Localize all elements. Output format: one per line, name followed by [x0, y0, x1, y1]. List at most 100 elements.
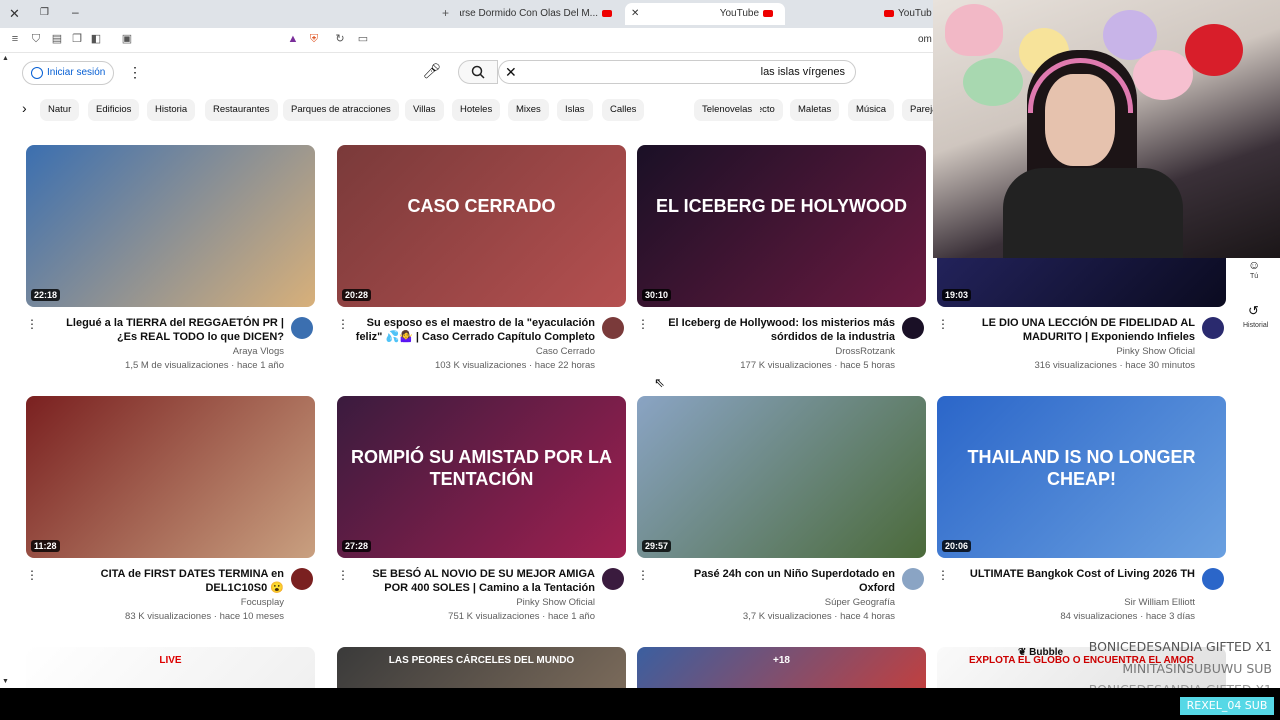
video-card[interactable]: EL ICEBERG DE HOLYWOOD 30:10 ⋮ El Iceberg d… — [637, 145, 926, 377]
video-card[interactable]: THAILAND IS NO LONGER CHEAP! 20:06 ⋮ ULTIMA… — [937, 396, 1226, 628]
scroll-up-arrow[interactable]: ▲ — [2, 55, 9, 62]
video-thumbnail[interactable]: THAILAND IS NO LONGER CHEAP! 20:06 — [937, 396, 1226, 558]
collections-icon[interactable]: ▤ — [51, 33, 63, 45]
video-thumbnail[interactable]: ROMPIÓ SU AMISTAD POR LA TENTACIÓN 27:28 — [337, 396, 626, 558]
video-title[interactable]: CITA de FIRST DATES TERMINA en DEL1C10S0… — [44, 567, 284, 595]
sidebar-you-label[interactable]: Tú — [1250, 273, 1258, 280]
channel-name[interactable]: Caso Cerrado — [355, 345, 595, 359]
chip-4[interactable]: Telenovelas — [694, 99, 761, 121]
sidebar-history-label[interactable]: Historial — [1243, 322, 1268, 329]
microphone-icon[interactable]: 🎤︎ — [420, 60, 444, 84]
video-thumbnail-partial[interactable]: +18 — [637, 647, 926, 688]
channel-avatar[interactable] — [1202, 568, 1224, 590]
tab-youtube-right[interactable]: YouTube — [880, 3, 932, 25]
channel-avatar[interactable] — [902, 317, 924, 339]
channel-avatar[interactable] — [902, 568, 924, 590]
chip-2[interactable]: Maletas — [790, 99, 840, 121]
new-tab-icon[interactable]: + — [442, 6, 449, 20]
chip-9[interactable]: Villas — [405, 99, 444, 121]
video-card[interactable]: ROMPIÓ SU AMISTAD POR LA TENTACIÓN 27:28 ⋮… — [337, 396, 626, 628]
thumbnail-text: +18 — [773, 655, 790, 666]
close-window-icon[interactable]: ✕ — [9, 6, 20, 22]
video-card[interactable]: 22:18 ⋮ Llegué a la TIERRA del REGGAETÓN P… — [26, 145, 315, 377]
thumbnail-text: THAILAND IS NO LONGER CHEAP! — [967, 447, 1196, 489]
chip-6[interactable]: Islas — [557, 99, 593, 121]
channel-avatar[interactable] — [602, 317, 624, 339]
video-title[interactable]: El Iceberg de Hollywood: los misterios m… — [655, 316, 895, 344]
tab-youtube-active[interactable]: ✕ YouTube — [625, 3, 785, 25]
chip-1[interactable]: Música — [848, 99, 895, 121]
video-card[interactable]: CASO CERRADO 20:28 ⋮ Su esposo es el maestr… — [337, 145, 626, 377]
shield-icon[interactable]: ⛉ — [30, 33, 42, 45]
video-title[interactable]: LE DIO UNA LECCIÓN DE FIDELIDAD AL MADUR… — [955, 316, 1195, 344]
video-thumbnail[interactable]: CASO CERRADO 20:28 — [337, 145, 626, 307]
search-icon — [471, 65, 485, 79]
video-thumbnail[interactable]: 29:57 — [637, 396, 926, 558]
video-menu-icon[interactable]: ⋮ — [26, 568, 38, 582]
sidebar-you-icon[interactable]: ☺ — [1248, 258, 1260, 272]
brave-shield-icon[interactable]: ⛨ — [308, 33, 320, 45]
channel-name[interactable]: Araya Vlogs — [44, 345, 284, 359]
screen-icon[interactable]: ▭ — [357, 33, 369, 45]
tabs-icon[interactable]: ❐ — [71, 33, 83, 45]
search-button[interactable] — [458, 60, 498, 84]
video-title[interactable]: Su esposo es el maestro de la "eyaculaci… — [355, 316, 595, 344]
channel-avatar[interactable] — [1202, 317, 1224, 339]
clear-search-icon[interactable]: ✕ — [505, 61, 517, 83]
video-thumbnail[interactable]: 11:28 — [26, 396, 315, 558]
video-thumbnail[interactable]: EL ICEBERG DE HOLYWOOD 30:10 — [637, 145, 926, 307]
video-menu-icon[interactable]: ⋮ — [637, 568, 649, 582]
wall-heart-decoration — [963, 58, 1023, 106]
video-card[interactable]: 29:57 ⋮ Pasé 24h con un Niño Superdotado e… — [637, 396, 926, 628]
chip-10[interactable]: Parques de atracciones — [283, 99, 399, 121]
reader-icon[interactable]: ▣ — [121, 33, 133, 45]
chip-13[interactable]: Edificios — [88, 99, 140, 121]
channel-avatar[interactable] — [291, 317, 313, 339]
signin-button[interactable]: Iniciar sesión — [22, 61, 115, 85]
tab-waves[interactable]: Quedarse Dormido Con Olas Del M... — [460, 3, 620, 25]
chips-prev-arrow[interactable]: › — [22, 100, 27, 116]
channel-name[interactable]: Súper Geografía — [655, 596, 895, 610]
channel-name[interactable]: Pinky Show Oficial — [955, 345, 1195, 359]
video-title[interactable]: Pasé 24h con un Niño Superdotado en Oxfo… — [655, 567, 895, 595]
video-menu-icon[interactable]: ⋮ — [337, 568, 349, 582]
video-menu-icon[interactable]: ⋮ — [337, 317, 349, 331]
close-tab-icon[interactable]: ✕ — [631, 8, 639, 19]
signin-label: Iniciar sesión — [47, 67, 106, 78]
sidebar-icon[interactable]: ◧ — [90, 33, 102, 45]
extension-icon[interactable]: ▲ — [287, 33, 299, 45]
history-icon[interactable]: ↺ — [1248, 303, 1259, 319]
channel-name[interactable]: Pinky Show Oficial — [355, 596, 595, 610]
chip-8[interactable]: Hoteles — [452, 99, 501, 121]
video-menu-icon[interactable]: ⋮ — [937, 317, 949, 331]
video-menu-icon[interactable]: ⋮ — [637, 317, 649, 331]
chip-12[interactable]: Historia — [147, 99, 196, 121]
address-bar-text[interactable]: om — [918, 34, 932, 45]
chip-7[interactable]: Mixes — [508, 99, 549, 121]
more-options-icon[interactable]: ⋮ — [128, 64, 142, 81]
reload-icon[interactable]: ↻ — [334, 33, 346, 45]
chip-11[interactable]: Restaurantes — [205, 99, 278, 121]
search-input[interactable]: ✕ las islas vírgenes — [498, 60, 856, 84]
channel-avatar[interactable] — [291, 568, 313, 590]
video-stats: 84 visualizaciones · hace 3 días — [1060, 611, 1195, 622]
video-menu-icon[interactable]: ⋮ — [937, 568, 949, 582]
channel-avatar[interactable] — [602, 568, 624, 590]
chip-14[interactable]: Natur — [40, 99, 80, 121]
channel-name[interactable]: Focusplay — [44, 596, 284, 610]
video-title[interactable]: SE BESÓ AL NOVIO DE SU MEJOR AMIGA POR 4… — [355, 567, 595, 595]
chip-5[interactable]: Calles — [602, 99, 645, 121]
video-thumbnail-partial[interactable]: LAS PEORES CÁRCELES DEL MUNDO — [337, 647, 626, 688]
menu-icon[interactable]: ≡ — [9, 33, 21, 45]
video-card[interactable]: 11:28 ⋮ CITA de FIRST DATES TERMINA en DEL… — [26, 396, 315, 628]
video-thumbnail[interactable]: 22:18 — [26, 145, 315, 307]
scroll-down-arrow[interactable]: ▼ — [2, 678, 9, 685]
video-thumbnail-partial[interactable]: LIVE — [26, 647, 315, 688]
restore-window-icon[interactable]: ❐ — [40, 7, 49, 18]
channel-name[interactable]: DrossRotzank — [655, 345, 895, 359]
minimize-window-icon[interactable]: – — [72, 5, 79, 19]
video-title[interactable]: Llegué a la TIERRA del REGGAETÓN PR | ¿E… — [44, 316, 284, 344]
video-menu-icon[interactable]: ⋮ — [26, 317, 38, 331]
video-title[interactable]: ULTIMATE Bangkok Cost of Living 2026 TH — [955, 567, 1195, 581]
channel-name[interactable]: Sir William Elliott — [955, 596, 1195, 610]
